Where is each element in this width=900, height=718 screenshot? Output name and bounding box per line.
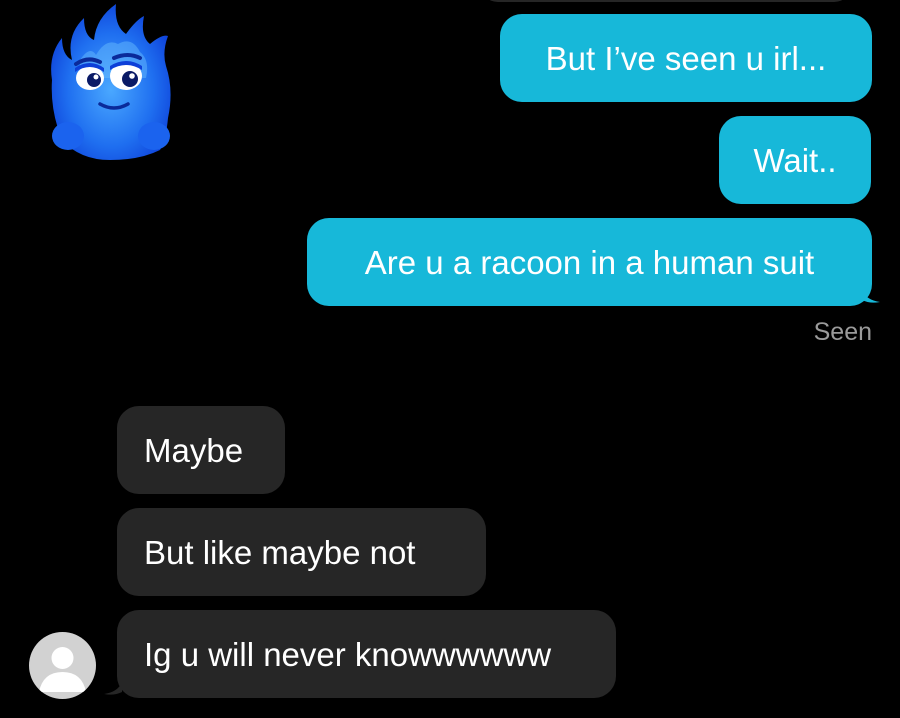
message-text: Are u a racoon in a human suit: [364, 243, 815, 281]
message-text: But like maybe not: [144, 533, 416, 571]
message-text: Ig u will never knowwwwww: [144, 635, 552, 673]
message-text: Wait..: [753, 141, 837, 179]
sent-message-2[interactable]: Wait..: [719, 116, 871, 204]
received-message-2[interactable]: But like maybe not: [117, 508, 486, 596]
message-text: Maybe: [144, 431, 244, 469]
default-profile-icon: [39, 647, 86, 692]
avatar[interactable]: [29, 632, 96, 699]
sent-message-3[interactable]: Are u a racoon in a human suit: [307, 218, 872, 306]
blue-flame-character-icon: [51, 4, 171, 160]
received-message-3[interactable]: Ig u will never knowwwwww: [117, 610, 616, 698]
received-message-1[interactable]: Maybe: [117, 406, 285, 494]
blue-flame-sticker[interactable]: [40, 0, 180, 165]
seen-indicator: Seen: [813, 318, 872, 346]
sent-message-1[interactable]: But I’ve seen u irl...: [500, 14, 872, 102]
sent-bubble-tail: [862, 290, 880, 303]
message-text: But I’ve seen u irl...: [545, 39, 827, 77]
received-bubble-tail: [104, 682, 122, 695]
previous-message-bubble[interactable]: [480, 0, 852, 2]
